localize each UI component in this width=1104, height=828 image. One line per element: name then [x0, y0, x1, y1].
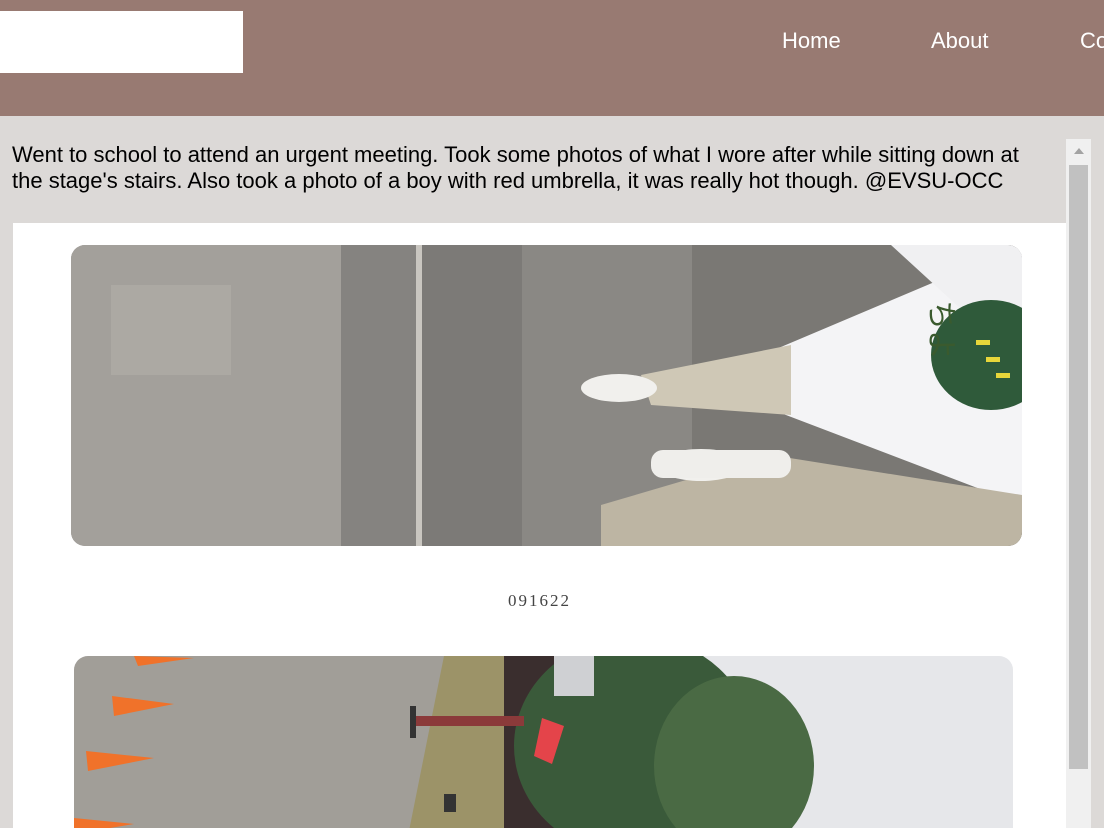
scrollbar-thumb[interactable]	[1069, 165, 1088, 769]
photo-stairs-outfit: ちよ	[71, 245, 1022, 546]
nav-link-home[interactable]: Home	[782, 28, 841, 54]
photo-stairs-outfit-image: ちよ	[71, 245, 1022, 546]
nav-link-contact[interactable]: Co	[1080, 28, 1104, 54]
post-caption: Went to school to attend an urgent meeti…	[12, 142, 1019, 193]
scroll-up-arrow-icon[interactable]	[1066, 139, 1091, 164]
page-scrollbar[interactable]	[1066, 139, 1091, 828]
nav-link-about[interactable]: About	[931, 28, 989, 54]
site-logo-placeholder[interactable]	[0, 11, 243, 73]
svg-text:ちよ: ちよ	[923, 300, 958, 360]
post-image-panel: ちよ 091622	[13, 223, 1066, 828]
site-header: Home About Co	[0, 0, 1104, 116]
photo-date-label: 091622	[508, 591, 571, 610]
post-content: Went to school to attend an urgent meeti…	[0, 116, 1104, 828]
photo-red-umbrella-image	[74, 656, 1013, 828]
photo-red-umbrella	[74, 656, 1013, 828]
